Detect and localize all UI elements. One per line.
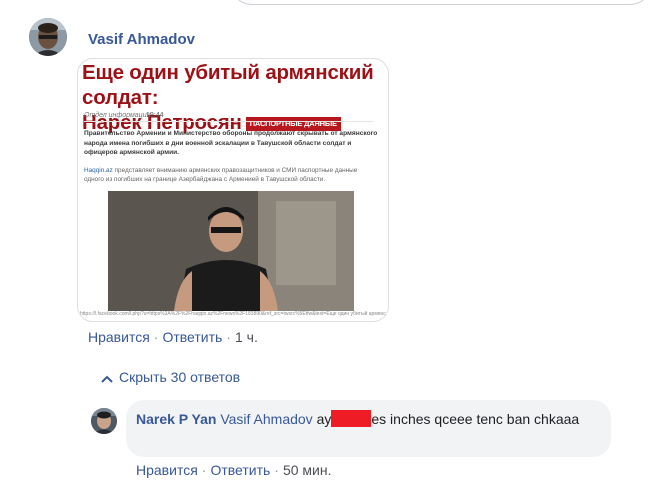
hide-replies-label: Скрыть 30 ответов bbox=[119, 369, 241, 385]
like-button[interactable]: Нравится bbox=[88, 329, 150, 345]
article-body: Haqqin.az представляет вниманию армянски… bbox=[84, 166, 379, 184]
soldier-photo bbox=[108, 191, 354, 311]
reply-button[interactable]: Ответить bbox=[162, 329, 222, 345]
separator: · bbox=[201, 462, 207, 478]
article-url: https://l.facebook.com/l.php?u=https%3A%… bbox=[80, 311, 386, 317]
separator: · bbox=[274, 462, 279, 478]
article-time: 19:44 bbox=[146, 112, 164, 119]
redaction-block bbox=[331, 410, 372, 427]
article-source: Haqqin.az bbox=[84, 167, 113, 174]
article-headline: Еще один убитый армянский солдат: Нарек … bbox=[82, 60, 382, 135]
mentioned-user[interactable]: Vasif Ahmadov bbox=[220, 411, 312, 427]
reply-avatar[interactable] bbox=[91, 408, 117, 434]
separator: · bbox=[226, 329, 231, 345]
headline-line-1: Еще один убитый армянский солдат: bbox=[82, 61, 374, 109]
reply-reply-button[interactable]: Ответить bbox=[210, 462, 270, 478]
comment-actions: Нравится · Ответить · 1 ч. bbox=[88, 329, 258, 345]
reply-author[interactable]: Narek P Yan bbox=[136, 411, 216, 427]
comment-time[interactable]: 1 ч. bbox=[235, 329, 258, 345]
reply-text-start: ay bbox=[316, 411, 332, 427]
article-lead: Правительство Армении и Министерство обо… bbox=[84, 130, 378, 156]
comment-author[interactable]: Vasif Ahmadov bbox=[88, 31, 195, 48]
hide-replies-toggle[interactable]: Скрыть 30 ответов bbox=[101, 369, 240, 385]
shared-article-image[interactable]: Еще один убитый армянский солдат: Нарек … bbox=[77, 58, 389, 322]
separator: · bbox=[153, 329, 159, 345]
article-section: Отдел информации bbox=[84, 112, 151, 119]
divider bbox=[84, 121, 374, 122]
reply-time[interactable]: 50 мин. bbox=[283, 462, 332, 478]
reply-bubble: Narek P Yan Vasif Ahmadov ay es inches qc… bbox=[126, 400, 611, 457]
reply-text: Narek P Yan Vasif Ahmadov ay es inches qc… bbox=[136, 409, 606, 429]
avatar[interactable] bbox=[29, 18, 67, 56]
reply-like-button[interactable]: Нравится bbox=[136, 462, 198, 478]
reply-text-end: es inches qceee tenc ban chkaaa bbox=[371, 411, 580, 427]
article-body-text: представляет вниманию армянских правозащ… bbox=[84, 167, 358, 183]
previous-comment-box bbox=[230, 0, 652, 5]
chevron-up-icon bbox=[101, 375, 113, 383]
reply-actions: Нравится · Ответить · 50 мин. bbox=[136, 462, 332, 478]
